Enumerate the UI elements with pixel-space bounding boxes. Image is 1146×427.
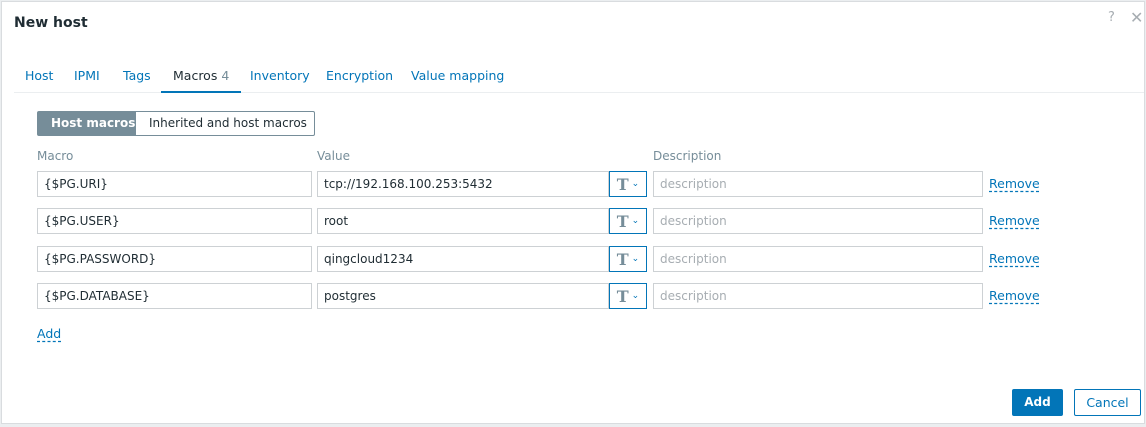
question-icon[interactable]: ? (1108, 10, 1115, 25)
tab-host[interactable]: Host (25, 68, 53, 83)
value-type-dropdown[interactable]: T ⌄ (609, 171, 647, 197)
macro-row: T ⌄ Remove (37, 208, 1047, 234)
add-macro-link[interactable]: Add (37, 326, 61, 341)
chevron-down-icon: ⌄ (631, 291, 640, 301)
tab-value-mapping[interactable]: Value mapping (411, 68, 504, 83)
column-header-macro: Macro (37, 149, 74, 163)
chevron-down-icon: ⌄ (631, 254, 640, 264)
text-type-icon: T (616, 249, 629, 269)
text-type-icon: T (616, 286, 629, 306)
macro-row: T ⌄ Remove (37, 171, 1047, 197)
tab-encryption[interactable]: Encryption (326, 68, 393, 83)
text-type-icon: T (616, 174, 629, 194)
remove-macro-link[interactable]: Remove (989, 251, 1040, 266)
tab-tags[interactable]: Tags (123, 68, 151, 83)
tab-bar: Host IPMI Tags Macros 4 Inventory Encrypt… (14, 60, 1144, 93)
macro-value-input[interactable] (317, 283, 609, 309)
tab-macros-label: Macros (173, 68, 218, 83)
macro-description-input[interactable] (653, 208, 983, 234)
column-header-value: Value (317, 149, 350, 163)
tab-macros-count: 4 (221, 68, 230, 83)
macro-row: T ⌄ Remove (37, 283, 1047, 309)
value-type-dropdown[interactable]: T ⌄ (609, 208, 647, 234)
tab-ipmi[interactable]: IPMI (74, 68, 100, 83)
macro-name-input[interactable] (37, 171, 312, 197)
macro-value-input[interactable] (317, 171, 609, 197)
chevron-down-icon: ⌄ (631, 179, 640, 189)
text-type-icon: T (616, 211, 629, 231)
value-type-dropdown[interactable]: T ⌄ (609, 283, 647, 309)
macro-name-input[interactable] (37, 283, 312, 309)
macro-description-input[interactable] (653, 171, 983, 197)
cancel-button[interactable]: Cancel (1074, 389, 1141, 416)
value-type-dropdown[interactable]: T ⌄ (609, 246, 647, 272)
tab-macros[interactable]: Macros 4 (161, 68, 242, 93)
column-header-description: Description (653, 149, 722, 163)
macro-description-input[interactable] (653, 246, 983, 272)
macro-value-input[interactable] (317, 208, 609, 234)
chevron-down-icon: ⌄ (631, 216, 640, 226)
remove-macro-link[interactable]: Remove (989, 288, 1040, 303)
new-host-dialog: New host ? ✕ Host IPMI Tags Macros 4 Inve… (1, 1, 1145, 424)
macro-name-input[interactable] (37, 246, 312, 272)
remove-macro-link[interactable]: Remove (989, 176, 1040, 191)
host-macros-toggle[interactable]: Host macros (37, 111, 135, 136)
inherited-macros-toggle[interactable]: Inherited and host macros (135, 111, 315, 136)
close-icon[interactable]: ✕ (1130, 8, 1143, 27)
tab-inventory[interactable]: Inventory (250, 68, 310, 83)
macro-description-input[interactable] (653, 283, 983, 309)
macro-value-input[interactable] (317, 246, 609, 272)
add-button[interactable]: Add (1012, 389, 1063, 416)
dialog-title: New host (14, 15, 88, 31)
macro-name-input[interactable] (37, 208, 312, 234)
macro-row: T ⌄ Remove (37, 246, 1047, 272)
dialog-header: New host ? ✕ (2, 2, 1144, 48)
remove-macro-link[interactable]: Remove (989, 213, 1040, 228)
